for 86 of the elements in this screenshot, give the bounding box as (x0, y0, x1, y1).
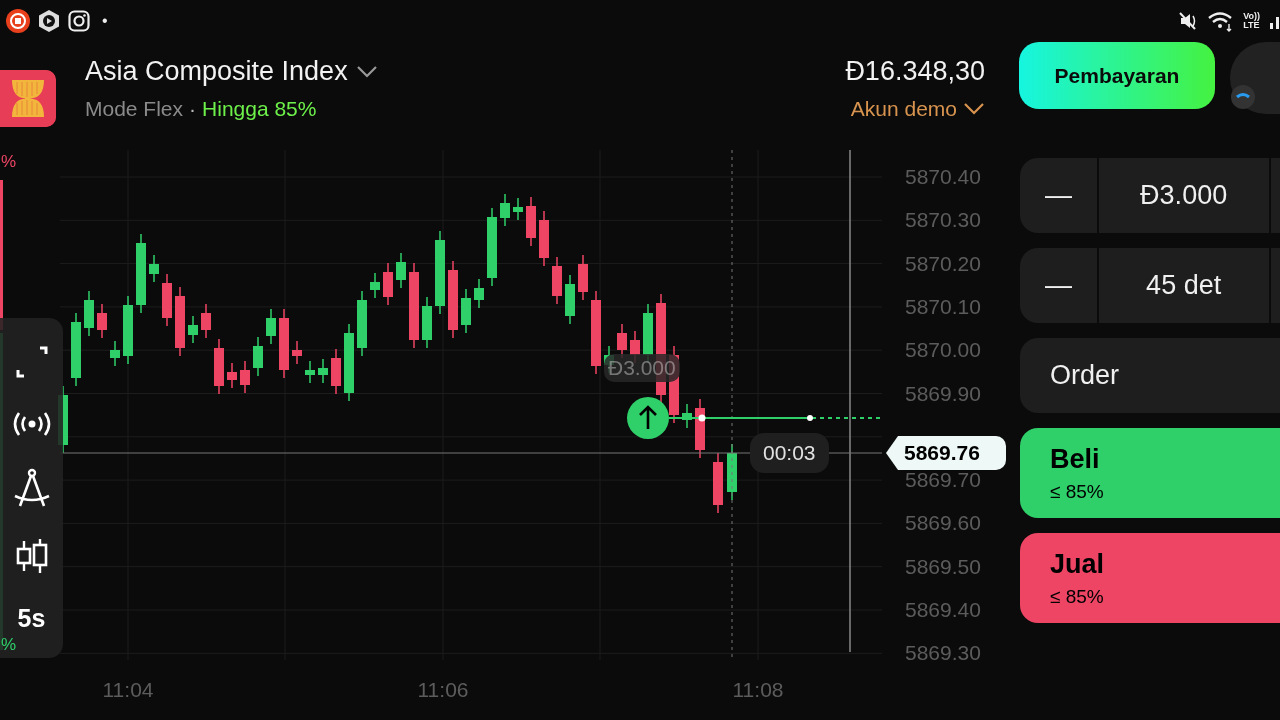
price-axis-label: 5870.30 (905, 208, 981, 233)
broadcast-icon[interactable] (11, 410, 52, 437)
candlestick (279, 308, 289, 379)
candlestick (695, 398, 705, 459)
avatar-icon (1230, 84, 1256, 110)
candlestick (513, 197, 523, 221)
candlestick (461, 288, 471, 334)
candlestick (318, 358, 328, 384)
candlestick (253, 336, 263, 377)
candlestick (110, 340, 120, 367)
candlestick (500, 193, 510, 227)
countdown-timer: 00:03 (750, 433, 829, 473)
chevron-down-icon[interactable] (355, 64, 378, 79)
price-axis-label: 5869.70 (905, 468, 981, 493)
candlestick (474, 278, 484, 309)
trade-amount-label: Đ3.000 (604, 354, 680, 382)
entry-point (807, 415, 813, 421)
candlestick (565, 274, 575, 325)
logo-icon (0, 70, 56, 127)
candlestick (396, 252, 406, 289)
order-label: Order (1050, 360, 1120, 391)
candlestick (552, 256, 562, 305)
candlestick (682, 403, 692, 429)
candlestick (331, 348, 341, 395)
order-row[interactable]: Order (1020, 338, 1280, 413)
price-axis-label: 5870.40 (905, 165, 981, 189)
candlestick (227, 362, 237, 389)
camera-icon (68, 10, 90, 32)
price-axis-label: 5869.60 (905, 511, 981, 536)
candlestick (370, 272, 380, 299)
account-type[interactable]: Akun demo (850, 97, 957, 121)
time-axis-label: 11:06 (417, 678, 469, 702)
decrease-duration-button[interactable]: — (1020, 248, 1097, 323)
buy-button[interactable]: Beli ≤ 85% (1020, 428, 1280, 518)
percent-label: % (1, 152, 17, 172)
candlestick (422, 296, 432, 349)
candlestick (214, 338, 224, 395)
price-axis-label: 5869.40 (905, 598, 981, 622)
payment-button[interactable]: Pembayaran (1019, 42, 1215, 109)
compass-icon[interactable] (12, 467, 51, 508)
candlestick (97, 303, 107, 339)
duration-field[interactable]: 45 det (1098, 248, 1269, 323)
current-price-tag: 5869.76 (886, 436, 1006, 470)
candlestick (149, 254, 159, 283)
timeframe-button[interactable]: 5s (17, 603, 46, 633)
percent-label: % (1, 635, 17, 655)
price-axis-label: 5870.00 (905, 338, 981, 363)
chevron-down-icon[interactable] (963, 102, 985, 116)
network-label: LTE (1243, 21, 1260, 30)
candlestick (539, 210, 549, 267)
record-icon (6, 9, 30, 33)
candlestick (266, 308, 276, 345)
notification-dot: • (102, 12, 108, 30)
candlestick (201, 303, 211, 339)
price-axis-label: 5870.20 (905, 251, 981, 276)
mode-label: Mode Flex (85, 97, 184, 121)
candlestick (292, 340, 302, 365)
play-icon (38, 9, 60, 33)
candlestick (175, 286, 185, 357)
decrease-amount-button[interactable]: — (1020, 158, 1097, 233)
candlestick (383, 262, 393, 306)
asset-name[interactable]: Asia Composite Index (85, 56, 348, 87)
payout-label: Hingga 85% (202, 97, 317, 121)
price-axis-label: 5869.50 (905, 554, 981, 579)
candlestick (526, 196, 536, 247)
entry-point (698, 414, 706, 422)
separator-dot: · (189, 97, 197, 121)
candlestick (240, 360, 250, 394)
price-axis-label: 5870.10 (905, 294, 981, 319)
candlestick (305, 360, 315, 384)
candlestick (123, 295, 133, 365)
account-balance: Đ16.348,30 (845, 56, 985, 87)
candlestick (578, 254, 588, 301)
sell-button[interactable]: Jual ≤ 85% (1020, 533, 1280, 623)
price-axis-label: 5869.90 (905, 381, 981, 406)
candlestick (357, 290, 367, 357)
dashed-line (811, 417, 883, 419)
candlestick (713, 452, 723, 514)
volte-label: Vo)) (1243, 12, 1260, 21)
candlestick (84, 290, 94, 337)
candlestick (188, 315, 198, 344)
time-axis-label: 11:04 (102, 678, 154, 702)
price-axis-label: 5869.30 (905, 641, 981, 666)
amount-field[interactable]: Đ3.000 (1098, 158, 1269, 233)
time-axis-label: 11:08 (732, 678, 784, 702)
candlestick (162, 273, 172, 327)
